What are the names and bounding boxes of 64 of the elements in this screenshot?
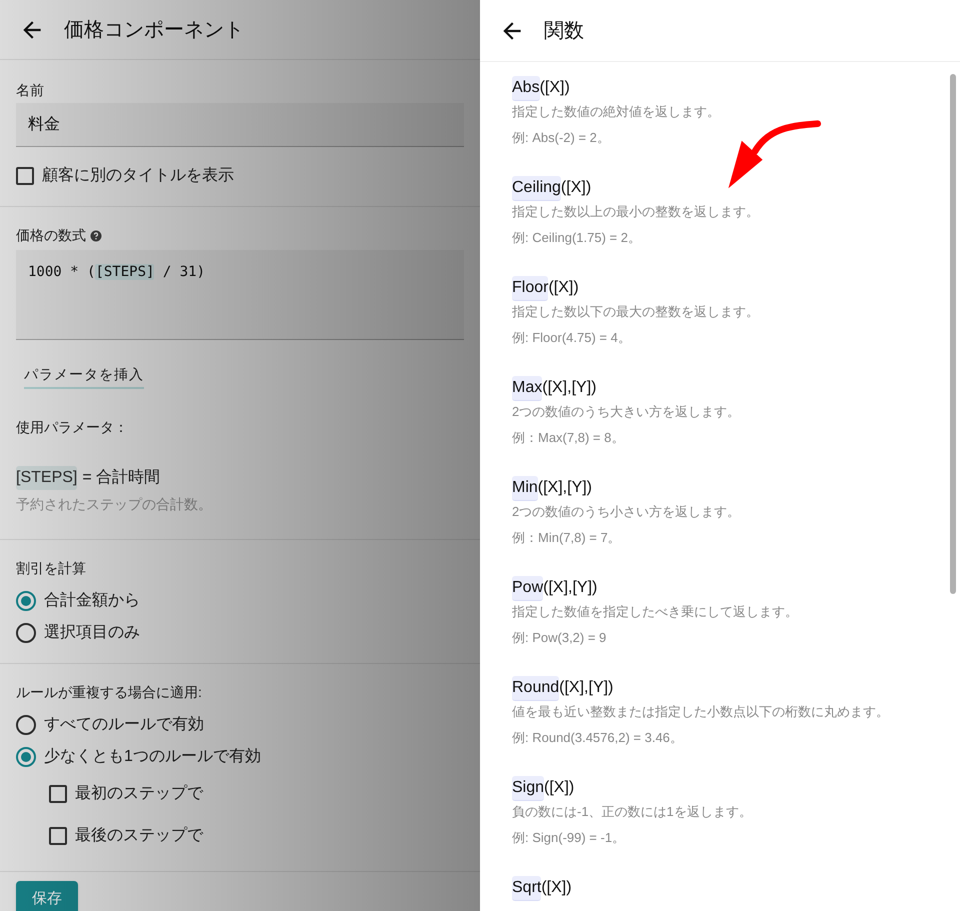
- section-label: 使用パラメータ：: [16, 418, 128, 437]
- function-name[interactable]: Ceiling: [512, 176, 561, 200]
- function-description: 指定した数値の絶対値を返します。: [512, 103, 720, 121]
- function-name[interactable]: Min: [512, 476, 538, 500]
- field-label: 価格の数式: [16, 226, 86, 245]
- parameter-description: 予約されたステップの合計数。: [16, 495, 212, 514]
- radio-button[interactable]: [16, 623, 36, 643]
- radio-button[interactable]: [16, 591, 36, 611]
- save-button[interactable]: 保存: [16, 881, 78, 911]
- radio-label: 少なくとも1つのルールで有効: [44, 746, 261, 767]
- function-example: 例：Max(7,8) = 8。: [512, 428, 624, 447]
- function-name[interactable]: Pow: [512, 576, 544, 600]
- drawer-title: 関数: [544, 18, 584, 44]
- function-arguments: ([X]): [541, 878, 572, 898]
- function-description: 2つの数値のうち小さい方を返します。: [512, 503, 740, 521]
- function-example: 例: Round(3.4576,2) = 3.46。: [512, 728, 683, 747]
- function-example: 例: Abs(-2) = 2。: [512, 128, 610, 147]
- parameter-token: [STEPS]: [16, 466, 78, 490]
- insert-parameter-button[interactable]: パラメータを挿入: [24, 364, 144, 389]
- function-example: 例: Floor(4.75) = 4。: [512, 328, 631, 347]
- checkbox[interactable]: [49, 785, 67, 803]
- section-label: ルールが重複する場合に適用:: [16, 683, 202, 702]
- name-field[interactable]: 料金: [16, 103, 464, 147]
- function-arguments: ([X],[Y]): [559, 678, 614, 698]
- function-arguments: ([X]): [548, 278, 579, 298]
- function-example: 例: Sign(-99) = -1。: [512, 828, 626, 847]
- radio-button[interactable]: [16, 747, 36, 767]
- function-name[interactable]: Floor: [512, 276, 548, 300]
- radio-label: すべてのルールで有効: [44, 714, 204, 735]
- function-description: 値を最も近い整数または指定した小数点以下の桁数に丸めます。: [512, 703, 889, 721]
- radio-label: 合計金額から: [44, 590, 140, 611]
- function-description: 指定した数以下の最大の整数を返します。: [512, 303, 759, 321]
- function-example: 例: Pow(3,2) = 9: [512, 628, 606, 647]
- function-description: 2つの数値のうち大きい方を返します。: [512, 403, 740, 421]
- checkbox-label: 顧客に別のタイトルを表示: [42, 166, 234, 186]
- checkbox-label: 最初のステップで: [75, 784, 203, 804]
- section-label: 割引を計算: [16, 559, 86, 578]
- checkbox[interactable]: [16, 167, 34, 185]
- function-example: 例：Min(7,8) = 7。: [512, 528, 621, 547]
- function-description: 負の数には-1、正の数には1を返します。: [512, 803, 752, 821]
- function-arguments: ([X],[Y]): [542, 378, 596, 398]
- radio-button[interactable]: [16, 715, 36, 735]
- function-name[interactable]: Sqrt: [512, 876, 542, 900]
- function-arguments: ([X],[Y]): [543, 578, 598, 598]
- function-example: 例: Ceiling(1.75) = 2。: [512, 228, 641, 247]
- function-description: 指定した数以上の最小の整数を返します。: [512, 203, 759, 221]
- field-label: 名前: [16, 81, 44, 100]
- checkbox-label: 最後のステップで: [75, 826, 203, 846]
- formula-field[interactable]: 1000 * ([STEPS] / 31): [16, 250, 464, 340]
- help-icon[interactable]: [90, 230, 102, 242]
- function-arguments: ([X]): [540, 78, 570, 98]
- function-name[interactable]: Round: [512, 676, 560, 700]
- function-arguments: ([X]): [560, 178, 592, 198]
- function-description: 指定した数値を指定したべき乗にして返します。: [512, 603, 798, 621]
- page-title: 価格コンポーネント: [64, 18, 244, 42]
- function-arguments: ([X]): [544, 778, 574, 798]
- function-name[interactable]: Abs: [512, 76, 540, 100]
- radio-label: 選択項目のみ: [44, 623, 140, 643]
- function-arguments: ([X],[Y]): [538, 478, 592, 498]
- parameter-name: = 合計時間: [82, 468, 160, 488]
- function-name[interactable]: Sign: [512, 776, 544, 800]
- scrollbar[interactable]: [950, 74, 956, 594]
- checkbox[interactable]: [49, 827, 67, 845]
- function-name[interactable]: Max: [512, 376, 542, 400]
